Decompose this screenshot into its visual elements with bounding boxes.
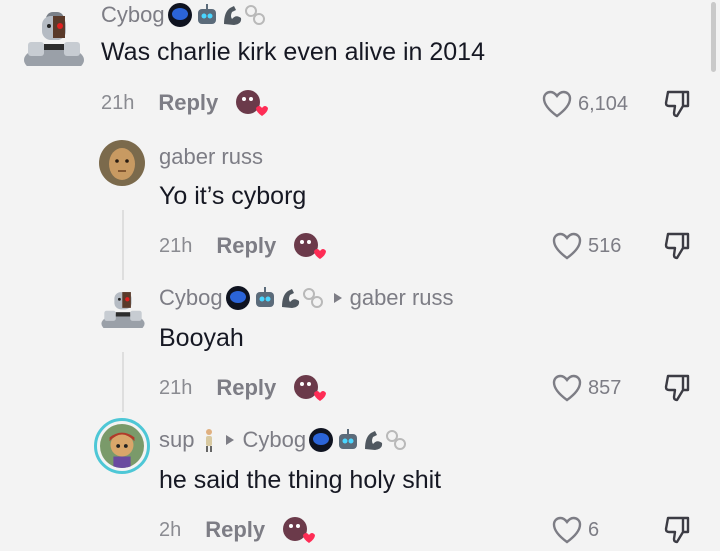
comment-username[interactable]: Cybog (101, 2, 165, 28)
robot-badge-icon (197, 4, 216, 24)
heart-outline-icon (542, 90, 572, 118)
robot-badge-icon (339, 429, 358, 449)
reply-to-username[interactable]: gaber russ (350, 285, 454, 311)
comment-text: he said the thing holy shit (159, 466, 442, 494)
thumbs-down-icon[interactable] (664, 373, 692, 403)
comment-time: 21h (101, 91, 135, 114)
comment-text: Yo it’s cyborg (159, 182, 307, 210)
cyborg-avatar-icon (101, 292, 145, 328)
face-avatar-icon (99, 140, 145, 186)
like-count: 6,104 (578, 92, 629, 115)
comment-username[interactable]: sup (159, 427, 194, 453)
flexed-arm-badge-icon (281, 289, 299, 308)
eight-ball-badge-icon (167, 3, 192, 27)
comment-time: 21h (159, 234, 193, 257)
comment-username[interactable]: gaber russ (159, 144, 263, 170)
creator-liked-icon (292, 231, 327, 261)
user-badges (166, 2, 266, 28)
character-avatar-icon (100, 424, 144, 468)
scrollbar[interactable] (711, 2, 716, 72)
user-badges (307, 427, 407, 453)
person-badge-icon (206, 429, 213, 452)
creator-liked-icon (234, 88, 269, 118)
heart-outline-icon (552, 374, 582, 402)
comment-text: Was charlie kirk even alive in 2014 (101, 38, 485, 66)
heart-outline-icon (552, 232, 582, 260)
flexed-arm-badge-icon (365, 431, 383, 450)
reply-button[interactable]: Reply (158, 90, 218, 116)
like-count: 857 (588, 376, 622, 399)
creator-liked-icon (292, 373, 327, 403)
like-button[interactable]: 6,104 (542, 90, 628, 118)
avatar[interactable] (94, 418, 150, 474)
thread-line (122, 210, 124, 280)
flexed-arm-badge-icon (223, 6, 241, 25)
reply-button[interactable]: Reply (216, 375, 276, 401)
like-count: 516 (588, 234, 622, 257)
creator-liked-icon (281, 515, 316, 545)
user-badges (224, 285, 324, 311)
thumbs-down-icon[interactable] (664, 231, 692, 261)
comment-time: 21h (159, 376, 193, 399)
eight-ball-badge-icon (225, 286, 250, 310)
comment-time: 2h (159, 518, 182, 541)
like-count: 6 (588, 518, 600, 541)
reply-arrow-icon (226, 435, 235, 445)
thumbs-down-icon[interactable] (664, 515, 692, 545)
cuffs-badge-icon (244, 5, 265, 25)
reply-button[interactable]: Reply (216, 233, 276, 259)
like-button[interactable]: 857 (552, 374, 621, 402)
comment-username[interactable]: Cybog (159, 285, 223, 311)
reply-arrow-icon (333, 293, 342, 303)
avatar[interactable] (99, 140, 145, 186)
reply-to-username[interactable]: Cybog (242, 427, 306, 453)
cuffs-badge-icon (302, 288, 323, 308)
cuffs-badge-icon (386, 430, 407, 450)
like-button[interactable]: 516 (552, 232, 621, 260)
cyborg-avatar-icon (24, 12, 84, 66)
avatar[interactable] (100, 282, 146, 328)
comment-text: Booyah (159, 324, 244, 352)
reply-to[interactable]: Cybog (226, 427, 306, 453)
eight-ball-badge-icon (309, 428, 334, 452)
robot-badge-icon (255, 287, 274, 307)
thumbs-down-icon[interactable] (664, 89, 692, 119)
reply-to[interactable]: gaber russ (333, 285, 454, 311)
reply-button[interactable]: Reply (205, 517, 265, 543)
like-button[interactable]: 6 (552, 516, 599, 544)
thread-line (122, 352, 124, 412)
avatar[interactable] (22, 2, 86, 66)
heart-outline-icon (552, 516, 582, 544)
